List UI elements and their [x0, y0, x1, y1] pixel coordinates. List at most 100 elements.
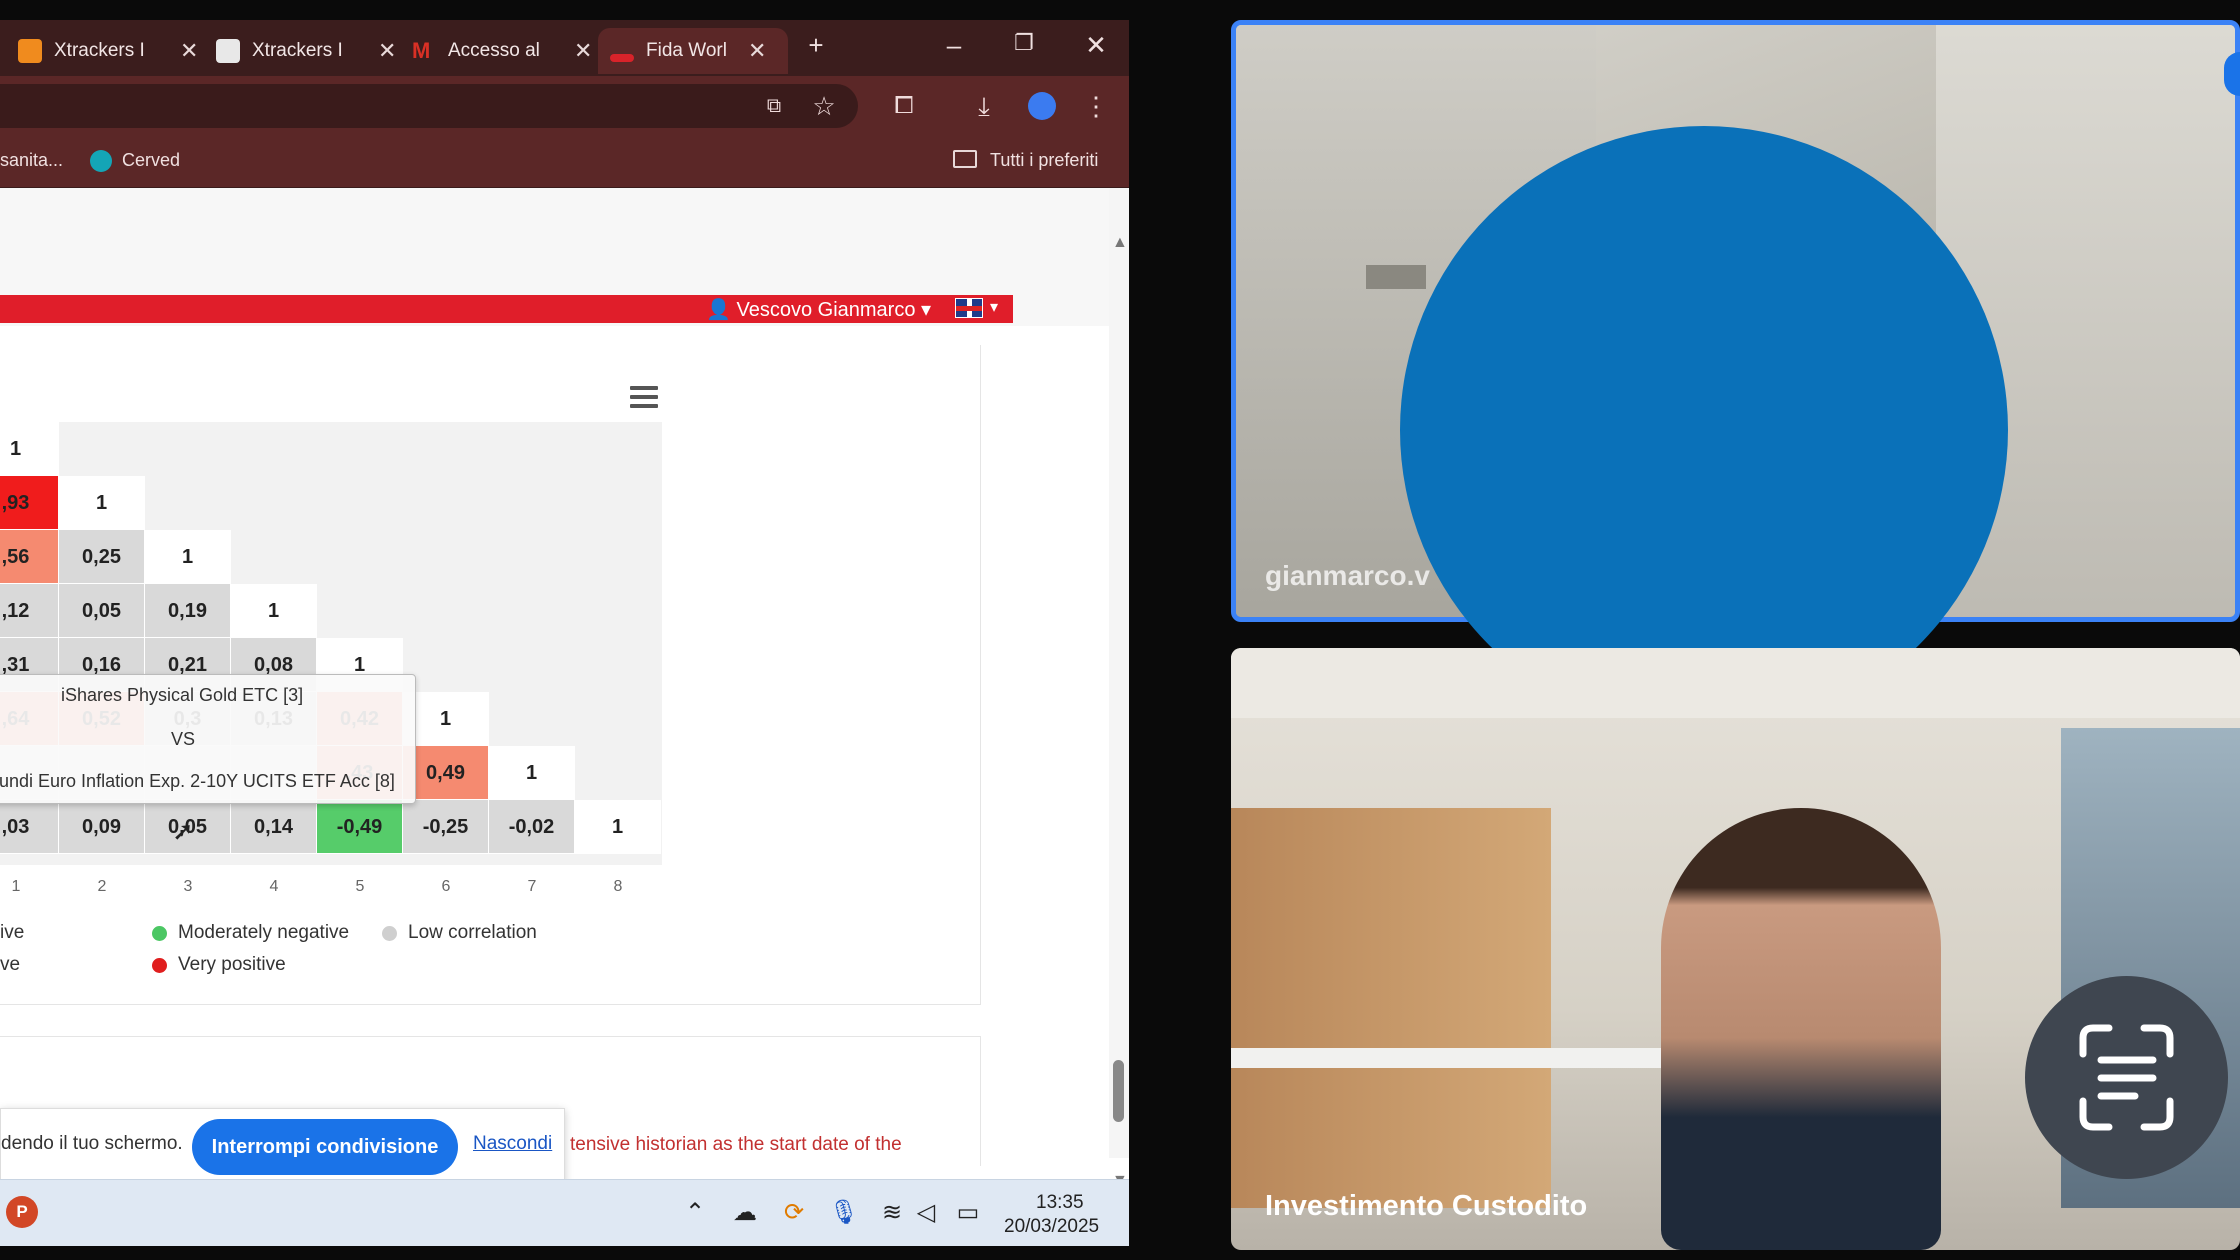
matrix-cell[interactable]: -0,49 [317, 800, 403, 854]
screen-share-bar: dendo il tuo schermo. Interrompi condivi… [0, 1108, 565, 1184]
cerved-icon [90, 150, 112, 172]
participant-name: Investimento Custodito [1265, 1190, 1588, 1222]
legend-label: ive [0, 922, 25, 943]
app-top-bar: 👤 Vescovo Gianmarco ▾ ▾ [0, 295, 1013, 323]
menu-kebab-icon[interactable]: ⋮ [1078, 88, 1114, 124]
browser-tab[interactable]: M Accesso al ✕ [412, 28, 592, 74]
matrix-cell[interactable]: 0,05 [59, 584, 145, 638]
all-bookmarks-folder[interactable]: Tutti i preferiti [990, 150, 1098, 171]
legend-label[interactable]: Moderately negative [178, 922, 349, 944]
matrix-cell[interactable]: ,03 [0, 800, 59, 854]
tab-label: Fida Worl [646, 40, 727, 61]
bookmark-item[interactable]: sanita... [0, 150, 63, 171]
legend-grey-dot-icon [382, 926, 397, 941]
new-tab-button[interactable]: + [796, 30, 836, 61]
folder-icon [953, 150, 977, 168]
tab-label: Accesso al [448, 40, 540, 61]
windows-taskbar: P ⌃ ☁ ⟳ 🎙 ≋ ◁ ▭ 13:35 20/03/2025 [0, 1179, 1129, 1246]
matrix-cell[interactable]: ,93 [0, 476, 59, 530]
wifi-icon[interactable]: ≋ [874, 1198, 910, 1227]
wall-vent [1366, 265, 1426, 289]
scan-text-button[interactable] [2025, 976, 2228, 1179]
matrix-cell[interactable]: 1 [0, 422, 59, 476]
matrix-cell[interactable]: -0,02 [489, 800, 575, 854]
browser-tab-active[interactable]: Fida Worl ✕ [598, 28, 788, 74]
matrix-cell[interactable]: 1 [59, 476, 145, 530]
extensions-icon[interactable]: ⧠ [886, 88, 922, 124]
hide-link[interactable]: Nascondi [473, 1133, 552, 1155]
close-tab-icon[interactable]: ✕ [574, 38, 592, 64]
chevron-up-icon[interactable]: ⌃ [677, 1198, 713, 1227]
bookmark-star-icon[interactable]: ☆ [806, 88, 842, 124]
legend-label: ve [0, 954, 21, 975]
x-tick-label: 6 [441, 878, 451, 895]
browser-tab[interactable]: Xtrackers I ✕ [216, 28, 396, 74]
chart-menu-icon[interactable] [630, 386, 658, 410]
restore-icon[interactable]: ❐ [1004, 30, 1044, 56]
x-tick-label: 5 [355, 878, 365, 895]
matrix-cell[interactable]: 0,25 [59, 530, 145, 584]
matrix-cell[interactable]: ,56 [0, 530, 59, 584]
browser-toolbar: ⧉ ☆ ⧠ ⤓ ⋮ [0, 76, 1129, 136]
translate-icon[interactable]: ⧉ [756, 88, 792, 124]
pin-icon[interactable] [2224, 52, 2240, 96]
tooltip-series-a: iShares Physical Gold ETC [3] [61, 685, 304, 705]
browser-tab-bar: Xtrackers I ✕ Xtrackers I ✕ M Accesso al… [0, 20, 1129, 76]
chevron-down-icon[interactable]: ▾ [990, 297, 998, 317]
close-tab-icon[interactable]: ✕ [378, 38, 396, 64]
page-text: tensive historian as the start date of t… [570, 1134, 902, 1155]
close-window-icon[interactable]: ✕ [1076, 30, 1116, 61]
tab-favicon-icon [216, 39, 240, 63]
tab-favicon-icon [610, 54, 634, 62]
battery-icon[interactable]: ▭ [950, 1198, 986, 1227]
matrix-cell[interactable]: 0,14 [231, 800, 317, 854]
volume-icon[interactable]: ◁ [908, 1198, 944, 1227]
shared-screen: Xtrackers I ✕ Xtrackers I ✕ M Accesso al… [0, 20, 1129, 1246]
matrix-cell[interactable]: 1 [489, 746, 575, 800]
clock-date[interactable]: 20/03/2025 [1004, 1216, 1099, 1238]
x-tick-label: 2 [97, 878, 107, 895]
x-tick-label: 3 [183, 878, 193, 895]
wood-wall [1231, 808, 1551, 1208]
matrix-cell[interactable]: 0,09 [59, 800, 145, 854]
scroll-up-icon[interactable]: ▲ [1112, 234, 1128, 252]
matrix-cell[interactable]: 1 [575, 800, 661, 854]
x-tick-label: 1 [11, 878, 21, 895]
sync-icon[interactable]: ⟳ [776, 1198, 812, 1227]
matrix-cell[interactable]: 1 [145, 530, 231, 584]
bookmark-item[interactable]: Cerved [122, 150, 180, 171]
share-status-text: dendo il tuo schermo. [1, 1133, 183, 1154]
tab-favicon-icon [18, 39, 42, 63]
legend-label[interactable]: Low correlation [408, 922, 537, 944]
ceiling [1231, 648, 2240, 718]
stop-sharing-button[interactable]: Interrompi condivisione [192, 1119, 458, 1175]
minimize-icon[interactable]: – [934, 30, 974, 61]
scrollbar[interactable] [1109, 188, 1129, 1158]
tab-label: Xtrackers I [54, 40, 145, 61]
mouse-cursor-icon: ➚ [172, 816, 194, 846]
uk-flag-icon[interactable] [955, 298, 983, 318]
legend-label[interactable]: Very positive [178, 954, 286, 976]
x-tick-label: 7 [527, 878, 537, 895]
tab-label: Xtrackers I [252, 40, 343, 61]
user-menu[interactable]: 👤 Vescovo Gianmarco ▾ [706, 297, 931, 322]
page-header: 👤 Vescovo Gianmarco ▾ ▾ [0, 188, 1109, 326]
matrix-cell[interactable]: -0,25 [403, 800, 489, 854]
matrix-cell[interactable]: 1 [231, 584, 317, 638]
download-icon[interactable]: ⤓ [966, 88, 1002, 124]
browser-tab[interactable]: Xtrackers I ✕ [18, 28, 198, 74]
address-bar[interactable]: ⧉ ☆ [0, 84, 858, 128]
participant-name: gianmarco.v [1265, 560, 1430, 591]
matrix-cell[interactable]: 0,19 [145, 584, 231, 638]
powerpoint-icon[interactable]: P [6, 1196, 38, 1228]
clock-time[interactable]: 13:35 [1036, 1192, 1084, 1214]
scroll-thumb[interactable] [1113, 1060, 1124, 1122]
avatar [1400, 126, 2008, 734]
gmail-icon: M [412, 38, 431, 63]
profile-icon[interactable] [1028, 92, 1056, 120]
close-tab-icon[interactable]: ✕ [180, 38, 198, 64]
matrix-cell[interactable]: ,12 [0, 584, 59, 638]
close-tab-icon[interactable]: ✕ [748, 38, 766, 64]
microphone-icon[interactable]: 🎙 [826, 1198, 862, 1227]
cloud-icon[interactable]: ☁ [727, 1198, 763, 1227]
